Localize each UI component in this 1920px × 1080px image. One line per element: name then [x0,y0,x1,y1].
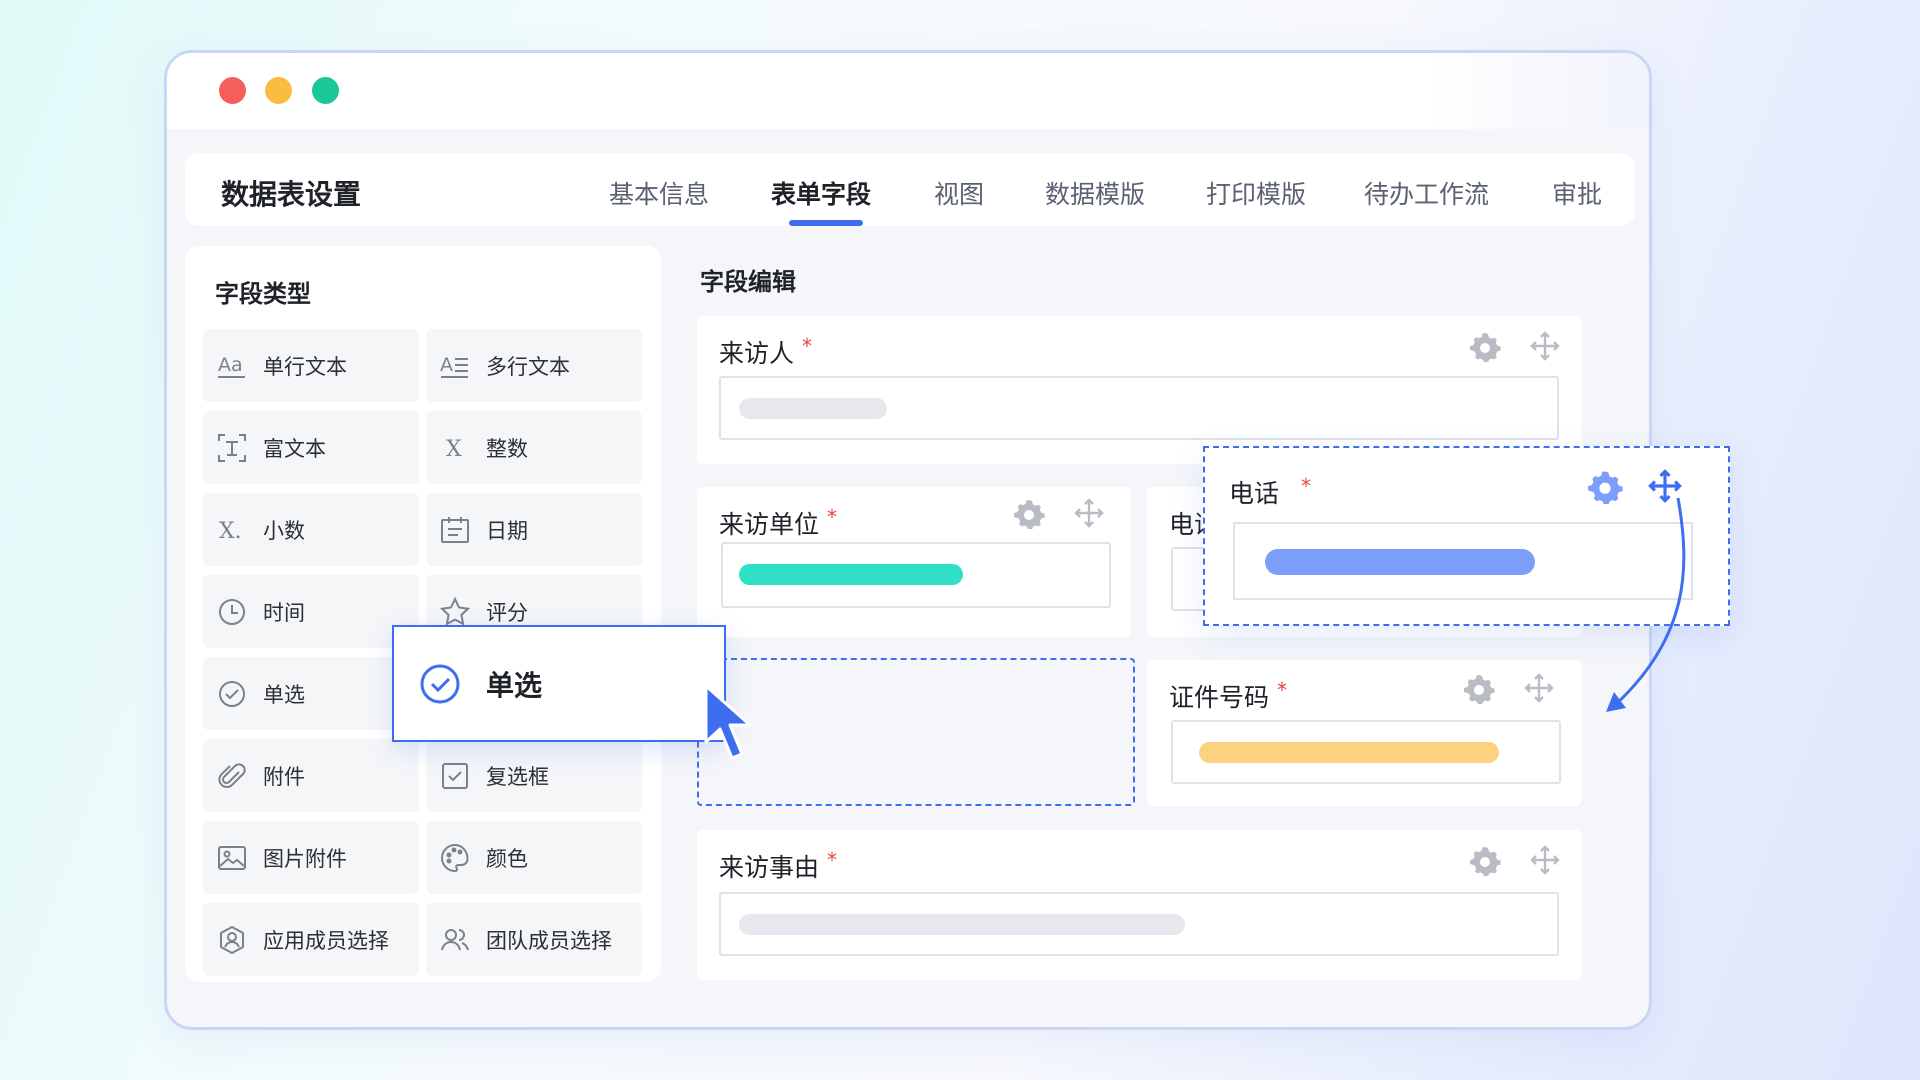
move-icon[interactable] [1529,844,1561,876]
minimize-window-button[interactable] [265,77,292,104]
move-icon[interactable] [1523,672,1555,704]
clock-icon [217,597,247,627]
required-mark: * [1301,474,1312,498]
multi-line-text-icon: A [440,351,470,381]
field-type-rich-text[interactable]: 富文本 [203,411,419,484]
field-type-attachment[interactable]: 附件 [203,739,419,812]
field-card-visitor[interactable]: 来访人 * [697,316,1582,464]
checkbox-icon [440,761,470,791]
image-icon [217,843,247,873]
drop-placeholder [697,658,1135,806]
required-mark: * [802,334,813,358]
field-card-visit-reason[interactable]: 来访事由 * [697,830,1582,980]
field-label: 来访人 [719,339,795,368]
field-card-id-number[interactable]: 证件号码 * [1147,660,1582,806]
team-icon [440,925,470,955]
field-type-color[interactable]: 颜色 [426,821,642,894]
field-type-team-member[interactable]: 团队成员选择 [426,903,642,976]
visitor-company-input[interactable] [721,542,1111,608]
svg-text:X.: X. [219,519,242,544]
field-card-visitor-company[interactable]: 来访单位 * [697,487,1131,637]
required-mark: * [1277,678,1288,702]
gear-icon[interactable] [1013,497,1045,529]
field-type-decimal[interactable]: X. 小数 [203,493,419,566]
field-type-date[interactable]: 日期 [426,493,642,566]
cursor-icon [704,684,752,760]
tab-todo-workflow[interactable]: 待办工作流 [1364,175,1489,211]
gear-icon[interactable] [1469,844,1501,876]
active-tab-indicator [789,220,863,226]
gear-icon[interactable] [1463,672,1495,704]
id-number-input[interactable] [1171,720,1561,784]
field-type-single-select[interactable]: 单选 [203,657,419,730]
field-type-panel: 字段类型 Aa 单行文本 A 多行文本 富文本 X 整数 X. 小数 日期 时间 [185,246,661,982]
field-type-app-member[interactable]: 应用成员选择 [203,903,419,976]
page-title: 数据表设置 [221,178,362,211]
tab-form-fields[interactable]: 表单字段 [771,175,871,211]
move-icon[interactable] [1529,330,1561,362]
tab-data-templates[interactable]: 数据模版 [1045,175,1145,211]
svg-text:Aa: Aa [218,354,243,376]
field-type-image-attachment[interactable]: 图片附件 [203,821,419,894]
svg-text:A: A [440,354,453,376]
tab-basic-info[interactable]: 基本信息 [609,175,709,211]
visitor-input[interactable] [719,376,1559,440]
placeholder-bar [739,398,887,419]
dragging-label: 单选 [486,668,543,702]
rich-text-icon [217,433,247,463]
tab-approval[interactable]: 审批 [1552,175,1602,211]
field-type-integer[interactable]: X 整数 [426,411,642,484]
calendar-icon [440,515,470,545]
visit-reason-input[interactable] [719,892,1559,956]
check-circle-icon [420,664,460,703]
placeholder-bar [739,914,1185,935]
move-icon[interactable] [1073,497,1105,529]
gear-icon[interactable] [1469,330,1501,362]
dragging-field-type[interactable]: 单选 [392,625,726,742]
star-icon [440,596,470,627]
title-bar [167,53,1649,129]
tab-views[interactable]: 视图 [934,175,984,211]
field-label: 电话 [1229,479,1280,508]
field-label: 来访事由 [719,853,820,882]
field-type-checkbox[interactable]: 复选框 [426,739,642,812]
move-arrow-icon [1606,497,1686,712]
required-mark: * [827,848,838,872]
member-icon [217,925,247,955]
field-editor-title: 字段编辑 [700,268,796,296]
required-mark: * [827,505,838,529]
palette-icon [440,843,470,873]
paperclip-icon [217,761,247,791]
placeholder-bar [1265,549,1535,575]
field-type-time[interactable]: 时间 [203,575,419,648]
maximize-window-button[interactable] [312,77,339,104]
decimal-icon: X. [217,515,247,545]
tab-print-templates[interactable]: 打印模版 [1206,175,1306,211]
field-label: 来访单位 [719,510,820,539]
field-type-single-line-text[interactable]: Aa 单行文本 [203,329,419,402]
field-label: 证件号码 [1169,683,1270,712]
placeholder-bar [1199,742,1499,763]
placeholder-bar [739,564,963,585]
svg-text:X: X [446,437,462,462]
field-type-title: 字段类型 [215,280,311,308]
integer-icon: X [440,433,470,463]
single-line-text-icon: Aa [217,351,247,381]
check-circle-icon [217,679,247,709]
close-window-button[interactable] [219,77,246,104]
field-type-multi-line-text[interactable]: A 多行文本 [426,329,642,402]
top-navigation: 数据表设置 基本信息 表单字段 视图 数据模版 打印模版 待办工作流 审批 [185,153,1635,226]
